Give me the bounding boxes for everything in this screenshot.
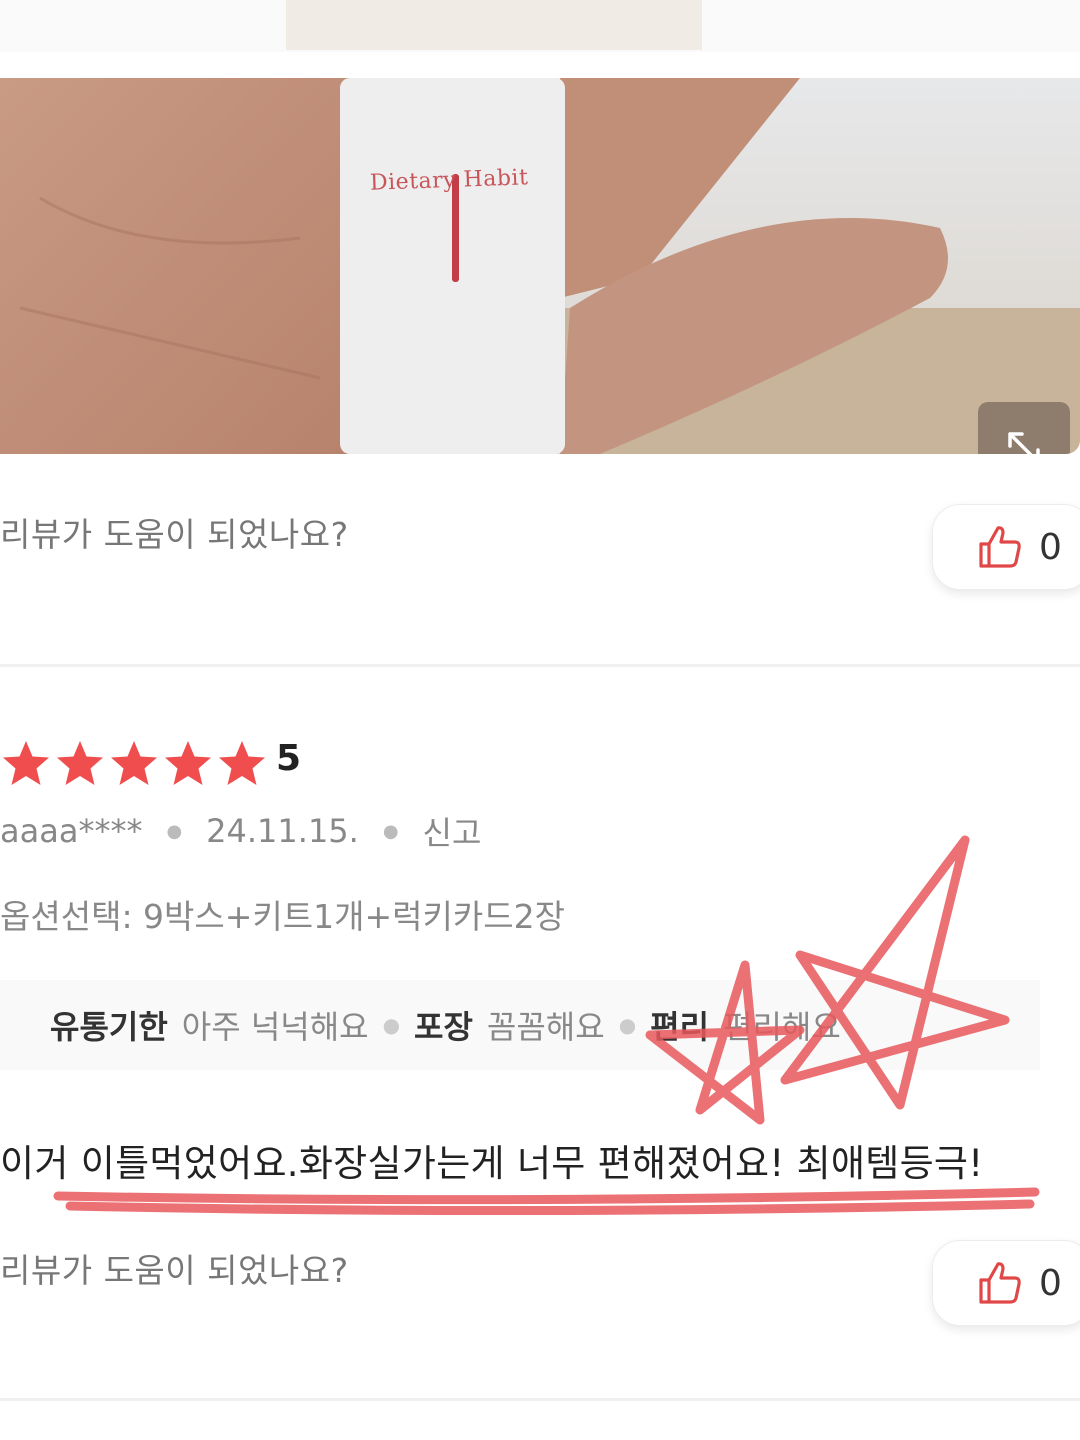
- review-date: 24.11.15.: [206, 812, 359, 850]
- rating-stars: [0, 738, 268, 790]
- star-icon: [57, 741, 103, 785]
- report-link[interactable]: 신고: [423, 808, 482, 854]
- review-divider: [0, 1398, 1080, 1401]
- review-divider: [0, 664, 1080, 667]
- star-icon: [165, 741, 211, 785]
- previous-item-strip: [0, 0, 1080, 52]
- thumbs-up-icon: [979, 1262, 1021, 1304]
- rating-value: 5: [276, 738, 302, 779]
- star-icon: [3, 741, 49, 785]
- tag-value-packaging: 꼼꼼해요: [486, 1008, 605, 1046]
- helpful-question: 리뷰가 도움이 되었나요?: [0, 515, 349, 554]
- helpful-like-button[interactable]: 0: [932, 504, 1080, 590]
- expand-image-button[interactable]: [978, 402, 1070, 454]
- tag-key-convenience: 편리: [650, 1008, 710, 1046]
- helpful-like-count: 0: [1039, 1262, 1062, 1304]
- tag-value-convenience: 편리해요: [723, 1008, 841, 1046]
- meta-separator: ●: [382, 820, 399, 842]
- purchased-option: 옵션선택: 9박스+키트1개+럭키카드2장: [0, 897, 565, 936]
- tag-key-packaging: 포장: [414, 1008, 473, 1046]
- tag-separator: ●: [618, 1013, 637, 1037]
- thumbs-up-icon: [979, 526, 1021, 568]
- tag-value-expiry: 아주 넉넉해요: [181, 1008, 369, 1046]
- helpful-like-button[interactable]: 0: [932, 1240, 1080, 1326]
- reviewer-name: aaaa****: [0, 812, 143, 850]
- review-tags: 유통기한 아주 넉넉해요 ● 포장 꼼꼼해요 ● 편리 편리해요: [0, 980, 1040, 1070]
- tag-key-expiry: 유통기한: [50, 1008, 168, 1046]
- hand-holding-test-stick-image: [0, 78, 1080, 454]
- helpful-like-count: 0: [1039, 526, 1062, 568]
- meta-separator: ●: [166, 820, 183, 842]
- review-photo[interactable]: Dietary Habit: [0, 78, 1080, 454]
- star-icon: [111, 741, 157, 785]
- review-text: 이거 이틀먹었어요.화장실가는게 너무 편해졌어요! 최애템등극!: [0, 1142, 984, 1185]
- review-page: Dietary Habit 리뷰가 도움이 되었나요? 0 5 aaaa****…: [0, 0, 1080, 1440]
- previous-image-thumbnail[interactable]: [286, 0, 702, 50]
- expand-arrows-icon: [1008, 432, 1040, 454]
- tag-separator: ●: [382, 1013, 401, 1037]
- star-icon: [219, 741, 265, 785]
- review-meta: aaaa**** ● 24.11.15. ● 신고: [0, 808, 481, 854]
- helpful-question: 리뷰가 도움이 되었나요?: [0, 1251, 349, 1290]
